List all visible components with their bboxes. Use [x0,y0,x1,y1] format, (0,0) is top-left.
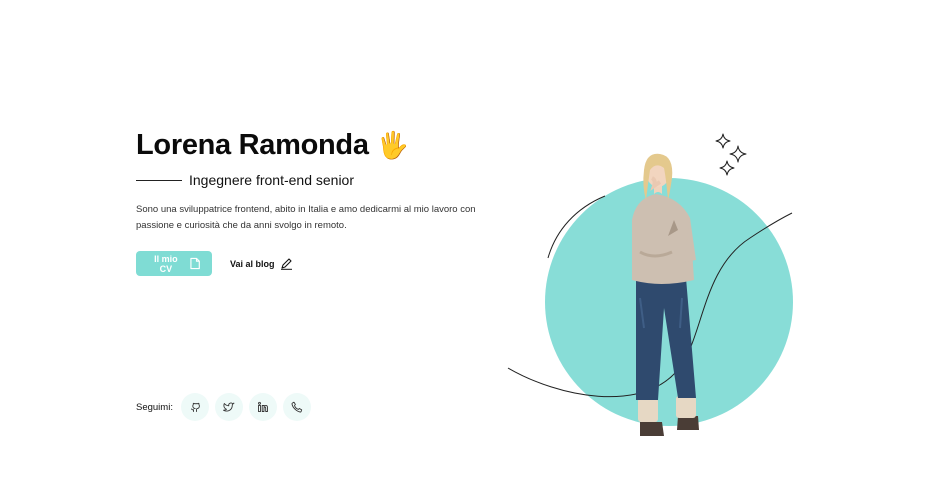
bio-text: Sono una sviluppatrice frontend, abito i… [136,204,476,231]
linkedin-icon [258,401,268,412]
social-links: Seguimi: [136,393,311,421]
hero-illustration [500,120,810,440]
subtitle-row: Ingegnere front-end senior [136,172,496,188]
twitter-icon [223,402,235,412]
blog-link[interactable]: Vai al blog [230,257,293,270]
cv-button-label: Il mio CV [154,253,178,274]
subtitle-divider [136,179,182,181]
github-button[interactable] [180,393,209,421]
hero-actions: Il mio CV Vai al blog [136,251,293,276]
cv-button[interactable]: Il mio CV [136,251,212,276]
profile-photo [632,153,699,436]
page: Lorena Ramonda 🖐 Ingegnere front-end sen… [0,0,938,491]
phone-button[interactable] [282,393,311,421]
hero-section: Lorena Ramonda 🖐 Ingegnere front-end sen… [136,128,496,244]
linkedin-button[interactable] [248,393,277,421]
github-icon [191,402,200,412]
sparkles-icon [715,133,747,176]
page-title: Lorena Ramonda [136,129,369,161]
phone-icon [291,401,303,413]
twitter-button[interactable] [214,393,243,421]
job-title: Ingegnere front-end senior [189,172,354,188]
pencil-icon [280,258,292,270]
wave-emoji-icon: 🖐 [376,130,410,160]
document-icon [190,257,200,270]
social-label: Seguimi: [136,401,173,413]
name-row: Lorena Ramonda 🖐 [136,128,496,162]
blog-link-label: Vai al blog [230,258,275,269]
